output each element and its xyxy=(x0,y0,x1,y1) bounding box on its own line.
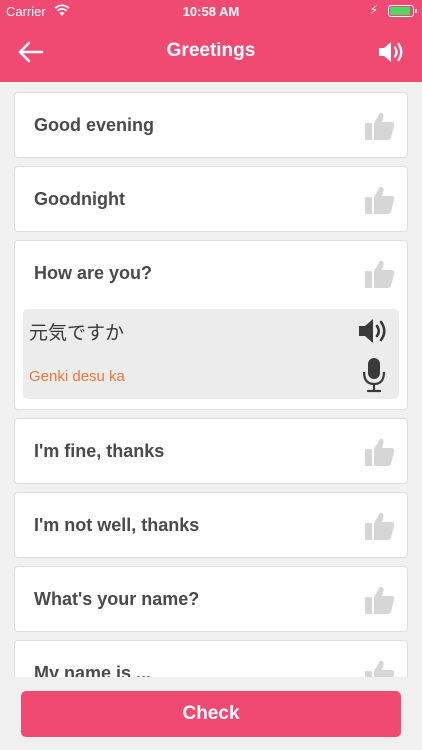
thumbs-up-icon[interactable] xyxy=(363,510,397,542)
speaker-icon[interactable] xyxy=(376,38,406,66)
thumbs-up-icon[interactable] xyxy=(363,110,397,142)
list-item[interactable]: Good evening xyxy=(14,92,408,158)
list-item[interactable]: Goodnight xyxy=(14,166,408,232)
nav-bar: Greetings xyxy=(0,22,422,82)
charging-icon: ⚡ xyxy=(369,3,378,17)
check-button[interactable]: Check xyxy=(21,691,401,737)
status-bar: Carrier 10:58 AM ⚡ xyxy=(0,0,422,22)
translation-panel: 元気ですか Genki desu ka xyxy=(23,309,399,399)
thumbs-up-icon[interactable] xyxy=(363,258,397,290)
microphone-icon[interactable] xyxy=(361,357,387,393)
battery-icon xyxy=(388,5,417,17)
list-item[interactable]: I'm fine, thanks xyxy=(14,418,408,484)
phrase-list: Good evening Goodnight How are you? 元気です… xyxy=(14,92,408,677)
phrase-text: I'm fine, thanks xyxy=(34,441,165,461)
clock: 10:58 AM xyxy=(182,4,240,19)
phrase-text: How are you? xyxy=(34,263,153,283)
thumbs-up-icon[interactable] xyxy=(363,584,397,616)
romaji-text: Genki desu ka xyxy=(29,368,125,385)
phrase-text: My name is ... xyxy=(34,663,152,677)
page-title: Greetings xyxy=(166,40,256,61)
phrase-text: Goodnight xyxy=(34,189,125,209)
phrase-text: Good evening xyxy=(34,115,155,135)
list-item-expanded[interactable]: How are you? 元気ですか Genki desu ka xyxy=(14,240,408,410)
phrase-text: I'm not well, thanks xyxy=(34,515,200,535)
thumbs-up-icon[interactable] xyxy=(363,436,397,468)
thumbs-up-icon[interactable] xyxy=(363,184,397,216)
phrase-text: What's your name? xyxy=(34,589,200,609)
japanese-text: 元気ですか xyxy=(29,322,125,344)
bottom-bar: Check xyxy=(0,677,422,750)
play-audio-icon[interactable] xyxy=(357,315,391,347)
thumbs-up-icon[interactable] xyxy=(363,658,397,677)
list-item[interactable]: What's your name? xyxy=(14,566,408,632)
list-item[interactable]: My name is ... xyxy=(14,640,408,677)
list-item[interactable]: I'm not well, thanks xyxy=(14,492,408,558)
